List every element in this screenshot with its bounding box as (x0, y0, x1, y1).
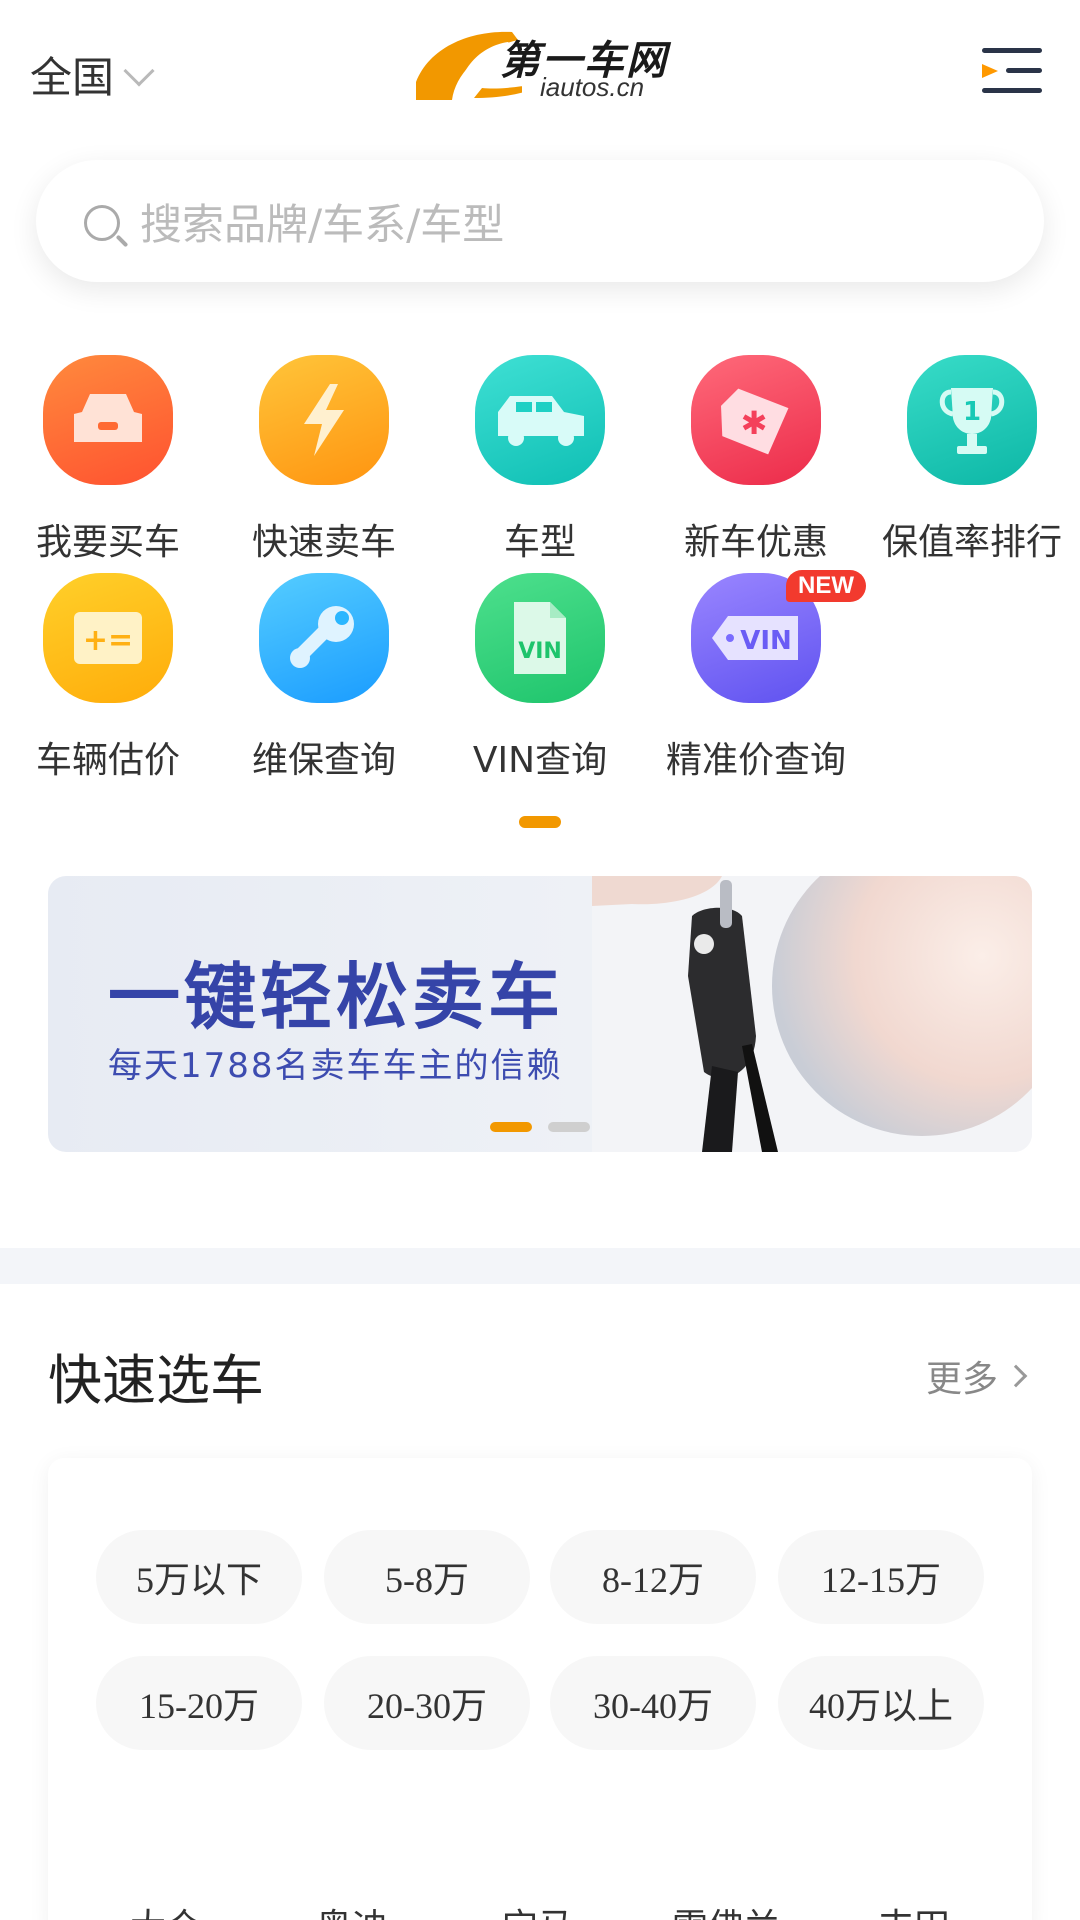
quick-select-title: 快速选车 (48, 1349, 264, 1412)
entry-label: 车辆估价 (35, 740, 180, 781)
banner-subtitle: 每天1788名卖车车主的信赖 (108, 1046, 563, 1086)
banner-title: 一键轻松卖车 (108, 955, 565, 1039)
logo-text-en: iautos.cn (540, 72, 645, 102)
price-chip[interactable]: 30-40万 (550, 1656, 756, 1750)
section-divider (0, 1248, 1080, 1284)
lightning-icon (259, 355, 389, 485)
price-chip[interactable]: 5-8万 (324, 1530, 530, 1624)
brand-item[interactable]: 雪佛兰 (646, 1898, 806, 1920)
menu-bar-top (982, 48, 1042, 53)
search-bar[interactable]: 搜索品牌/车系/车型 (36, 160, 1044, 282)
price-chip[interactable]: 20-30万 (324, 1656, 530, 1750)
entry-label: 精准价查询 (665, 740, 846, 781)
entry-value-ranking[interactable]: 1 保值率排行 (864, 350, 1080, 563)
entry-label: VIN查询 (472, 740, 608, 781)
price-chip[interactable]: 5万以下 (96, 1530, 302, 1624)
svg-text:VIN: VIN (740, 626, 792, 656)
more-label: 更多 (925, 1359, 998, 1400)
trophy-icon: 1 (907, 355, 1037, 485)
discount-tag-icon: ✱ (691, 355, 821, 485)
menu-arrow-icon (982, 64, 998, 78)
entry-vin-query[interactable]: VIN VIN查询 (432, 568, 648, 781)
price-chip[interactable]: 15-20万 (96, 1656, 302, 1750)
brand-item[interactable]: 丰田 (834, 1898, 994, 1920)
chevron-right-icon (1004, 1364, 1028, 1388)
brand-item[interactable]: 宝马 (458, 1898, 618, 1920)
promo-banner[interactable]: 一键轻松卖车 每天1788名卖车车主的信赖 (48, 876, 1032, 1152)
new-badge: NEW (786, 570, 866, 602)
svg-text:✱: ✱ (741, 404, 768, 442)
more-link[interactable]: 更多 (925, 1350, 1028, 1402)
region-label: 全国 (30, 53, 115, 102)
menu-button[interactable] (982, 46, 1044, 96)
price-chip[interactable]: 40万以上 (778, 1656, 984, 1750)
entry-label: 我要买车 (35, 522, 180, 563)
entry-label: 保值率排行 (881, 522, 1062, 563)
menu-bar-bottom (982, 88, 1042, 93)
search-placeholder: 搜索品牌/车系/车型 (140, 199, 505, 249)
svg-text:VIN: VIN (518, 639, 562, 664)
entry-sell-car[interactable]: 快速卖车 (216, 350, 432, 563)
entry-car-models[interactable]: 车型 (432, 350, 648, 563)
chevron-down-icon (123, 54, 155, 87)
search-icon (84, 205, 120, 241)
banner-indicator (548, 1122, 590, 1132)
car-front-icon (43, 355, 173, 485)
price-chip[interactable]: 12-15万 (778, 1530, 984, 1624)
entry-label: 车型 (503, 522, 576, 563)
entry-new-car-deals[interactable]: ✱ 新车优惠 (648, 350, 864, 563)
entry-label: 快速卖车 (251, 522, 396, 563)
wrench-icon (259, 573, 389, 703)
top-header: 全国 第一车网 iautos.cn (0, 0, 1080, 140)
brand-item[interactable]: 大众 (86, 1898, 246, 1920)
price-chip[interactable]: 8-12万 (550, 1530, 756, 1624)
svg-text:+=: += (83, 623, 133, 658)
svg-text:1: 1 (963, 397, 981, 427)
suv-icon (475, 355, 605, 485)
vin-document-icon: VIN (475, 573, 605, 703)
site-logo[interactable]: 第一车网 iautos.cn (412, 28, 672, 102)
entry-label: 维保查询 (251, 740, 396, 781)
region-selector[interactable]: 全国 (30, 44, 155, 105)
banner-indicator-active (490, 1122, 532, 1132)
entry-buy-car[interactable]: 我要买车 (0, 350, 216, 563)
car-key-hand-image (592, 876, 1032, 1152)
grid-page-indicator (519, 816, 561, 828)
brand-item[interactable]: 奥迪 (272, 1898, 432, 1920)
entry-maintenance-query[interactable]: 维保查询 (216, 568, 432, 781)
entry-label: 新车优惠 (683, 522, 828, 563)
menu-bar-middle (1006, 68, 1042, 73)
calculator-icon: += (43, 573, 173, 703)
entry-car-valuation[interactable]: += 车辆估价 (0, 568, 216, 781)
